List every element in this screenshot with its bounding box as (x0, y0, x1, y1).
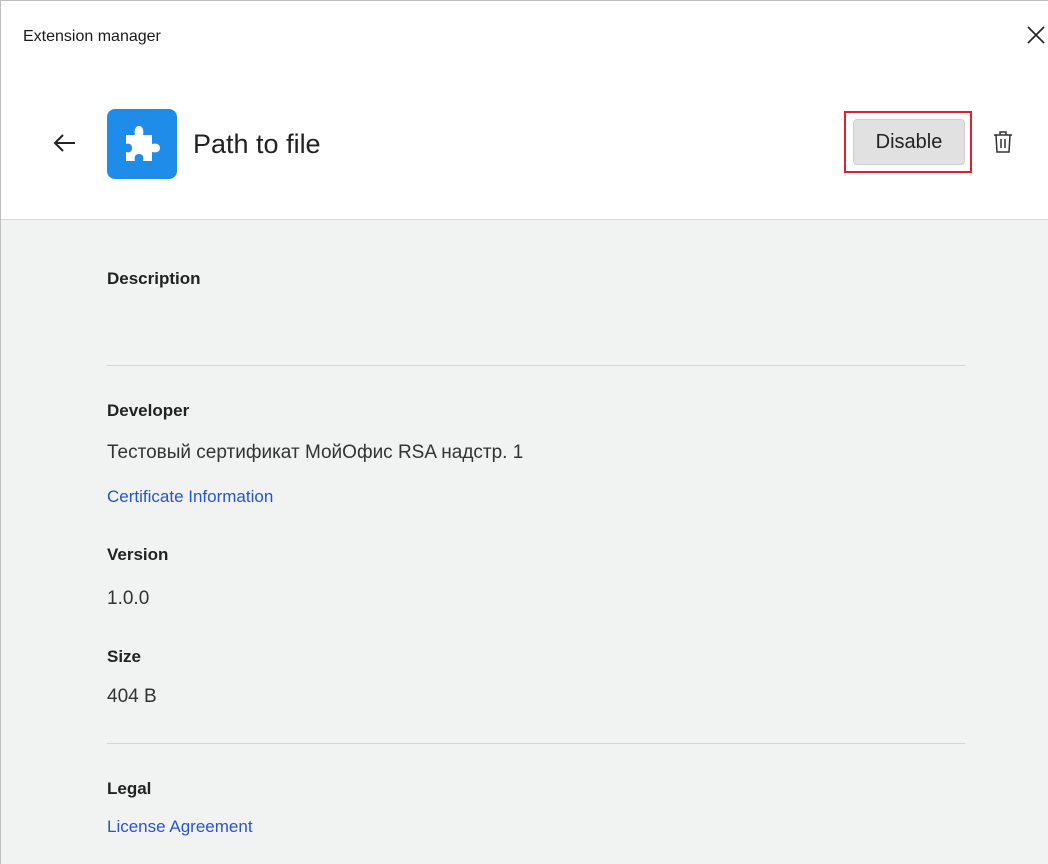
description-label: Description (107, 269, 201, 288)
trash-icon (994, 131, 1012, 153)
size-label: Size (107, 647, 142, 666)
disable-button[interactable]: Disable (853, 119, 965, 165)
window-title: Extension manager (23, 28, 161, 45)
developer-value: Тестовый сертификат МойОфис RSA надстр. … (107, 442, 524, 463)
title-bar: Extension manager (1, 1, 1048, 71)
extension-header: Path to file Disable (1, 71, 1048, 220)
extension-manager-window: Extension manager Path to file Disable D… (0, 0, 1048, 864)
extension-name: Path to file (193, 129, 321, 159)
extension-icon (107, 109, 177, 179)
version-value: 1.0.0 (107, 588, 150, 609)
divider (107, 365, 965, 366)
size-value: 404 B (107, 686, 157, 707)
license-agreement-link[interactable]: License Agreement (107, 817, 253, 837)
divider (107, 743, 965, 744)
close-button[interactable] (1024, 23, 1048, 47)
close-icon (1027, 26, 1045, 44)
back-button[interactable] (51, 129, 79, 157)
delete-button[interactable] (991, 129, 1015, 155)
version-label: Version (107, 545, 169, 564)
arrow-left-icon (53, 134, 75, 152)
puzzle-piece-icon (126, 126, 160, 161)
legal-label: Legal (107, 779, 152, 798)
certificate-information-link[interactable]: Certificate Information (107, 487, 273, 507)
developer-label: Developer (107, 401, 190, 420)
